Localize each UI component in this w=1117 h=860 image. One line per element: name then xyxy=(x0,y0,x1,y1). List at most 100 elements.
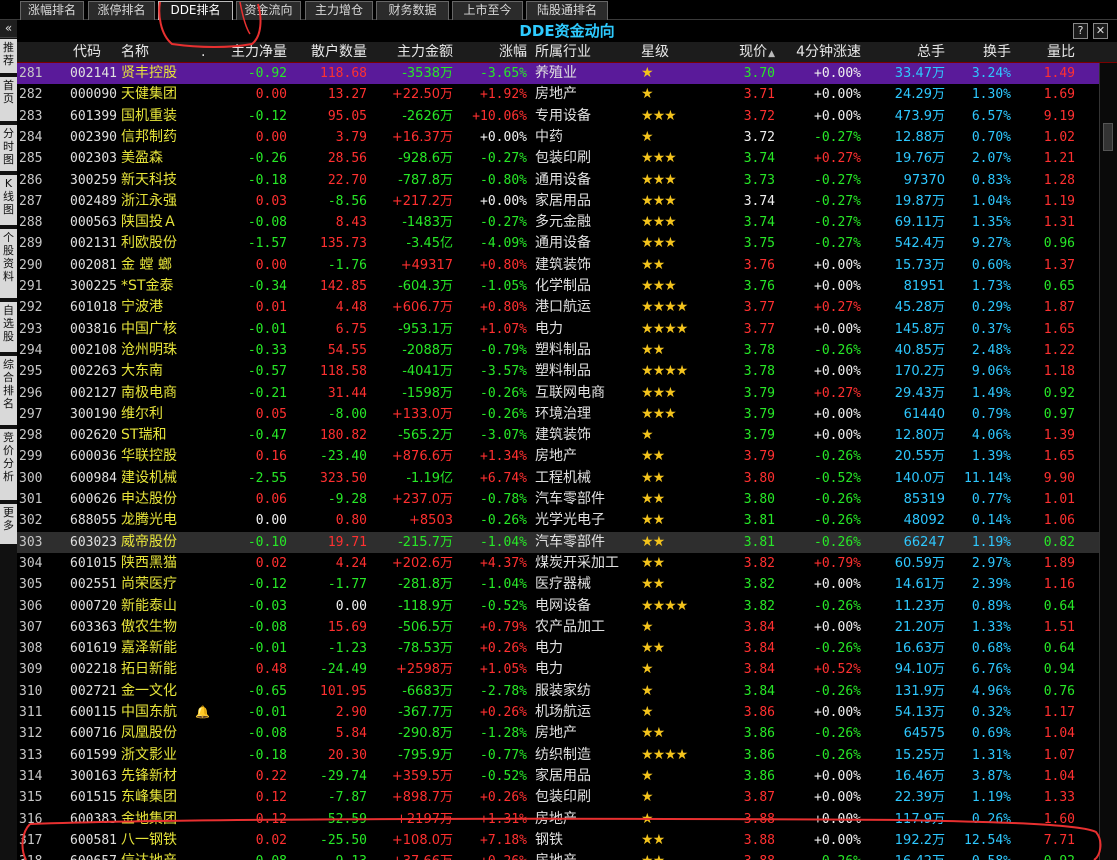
sidebar-item-auction[interactable]: 竞价分析 xyxy=(0,429,17,502)
tab-northbound[interactable]: 陆股通排名 xyxy=(526,1,608,20)
table-row[interactable]: 316 600383 金地集团 0.12 -52.59 +2197万 +1.31% 房地产 3.… xyxy=(17,809,1099,830)
star-icon: ★ xyxy=(641,682,654,699)
tab-gainers[interactable]: 涨幅排名 xyxy=(20,1,84,20)
table-row[interactable]: 311 600115 中国东航 -0.01 2.90 -367.7万 +0.26% 机场航运 3… xyxy=(17,702,1099,723)
table-row[interactable]: 282 000090 天健集团 0.00 13.27 +22.50万 +1.92% 房地产 3.… xyxy=(17,84,1099,105)
table-row[interactable]: 304 601015 陕西黑猫 0.02 4.24 +202.6万 +4.37% 煤炭开采加工… xyxy=(17,553,1099,574)
table-row[interactable]: 297 300190 维尔利 0.05 -8.00 +133.0万 -0.26% 环境治理 3.… xyxy=(17,404,1099,425)
table-row[interactable]: 302 688055 龙腾光电 0.00 0.80 +8503 -0.26% 光学光电子 3.8… xyxy=(17,510,1099,531)
sidebar-item-recommend[interactable]: 推荐 xyxy=(0,39,17,75)
column-header-turnover[interactable]: 换手 xyxy=(947,42,1011,63)
cell-code: 601619 xyxy=(70,641,117,657)
sidebar-item-home[interactable]: 首页 xyxy=(0,77,17,123)
cell-main-net: -0.10 xyxy=(247,534,287,550)
table-row[interactable]: 284 002390 信邦制药 0.00 3.79 +16.37万 +0.00% 中药 3.72… xyxy=(17,127,1099,148)
column-header-label: 换手 xyxy=(983,44,1011,60)
table-row[interactable]: 307 603363 傲农生物 -0.08 15.69 -506.5万 +0.79% 农产品加… xyxy=(17,617,1099,638)
table-row[interactable]: 283 601399 国机重装 -0.12 95.05 -2626万 +10.06% 专用设备… xyxy=(17,106,1099,127)
table-row[interactable]: 313 601599 浙文影业 -0.18 20.30 -795.9万 -0.77% 纺织制造… xyxy=(17,745,1099,766)
table-row[interactable]: 306 000720 新能泰山 -0.03 0.00 -118.9万 -0.52% 电网设备 3… xyxy=(17,596,1099,617)
sidebar-item-watchlist[interactable]: 自选股 xyxy=(0,302,17,354)
bell-icon[interactable]: 🔔 xyxy=(195,702,210,723)
star-rating: ★ xyxy=(641,787,701,808)
table-row[interactable]: 309 002218 拓日新能 0.48 -24.49 +2598万 +1.05% 电力 3.8… xyxy=(17,659,1099,680)
cell-retail-count: -7.87 xyxy=(327,790,367,806)
column-header-price[interactable]: 现价▲ xyxy=(701,42,775,63)
cell-total-volume: 94.10万 xyxy=(894,662,945,678)
table-row[interactable]: 315 601515 东峰集团 0.12 -7.87 +898.7万 +0.26% 包装印刷 3… xyxy=(17,787,1099,808)
column-header-volratio[interactable]: 量比 xyxy=(1013,42,1075,63)
table-row[interactable]: 298 002620 ST瑞和 -0.47 180.82 -565.2万 -3.07% 建筑装… xyxy=(17,425,1099,446)
sidebar-item-intraday[interactable]: 分时图 xyxy=(0,125,17,173)
column-header-code[interactable]: 代码 xyxy=(57,42,117,63)
tab-dde[interactable]: DDE排名 xyxy=(158,1,233,20)
star-icon: ★ xyxy=(641,448,654,465)
table-row[interactable]: 290 002081 金 螳 螂 0.00 -1.76 +49317 +0.80% 建筑装饰 3… xyxy=(17,255,1099,276)
cell-industry: 塑料制品 xyxy=(535,341,591,358)
cell-price: 3.88 xyxy=(743,832,775,848)
column-header-industry[interactable]: 所属行业 xyxy=(535,42,640,63)
table-row[interactable]: 305 002551 尚荣医疗 -0.12 -1.77 -281.8万 -1.04% 医疗器械… xyxy=(17,574,1099,595)
column-header-total[interactable]: 总手 xyxy=(863,42,945,63)
column-header-main-net[interactable]: 主力净量 xyxy=(211,42,287,63)
tab-financial[interactable]: 财务数据 xyxy=(376,1,449,20)
cell-main-net: 0.00 xyxy=(255,129,287,145)
column-header-name[interactable]: 名称 xyxy=(121,42,191,63)
table-row[interactable]: 288 000563 陕国投Ａ -0.08 8.43 -1483万 -0.27% 多元金融 3.… xyxy=(17,212,1099,233)
column-header-main-amt[interactable]: 主力金额 xyxy=(369,42,453,63)
vertical-scrollbar[interactable] xyxy=(1099,63,1117,860)
star-rating: ★★★ xyxy=(641,276,701,297)
table-row[interactable]: 296 002127 南极电商 -0.21 31.44 -1598万 -0.26% 互联网电商… xyxy=(17,383,1099,404)
sidebar-item-ranking[interactable]: 综合排名 xyxy=(0,356,17,427)
tab-since-listing[interactable]: 上市至今 xyxy=(452,1,523,20)
cell-price: 3.80 xyxy=(743,492,775,507)
table-row[interactable]: 318 600657 信达地产 -0.08-9.13+37.66万+0.26% 房地产 3… xyxy=(17,851,1099,860)
cell-name: 华联控股 xyxy=(121,448,177,465)
tab-main-increase[interactable]: 主力增仓 xyxy=(305,1,373,20)
cell-change: -0.27% xyxy=(480,215,527,231)
table-row[interactable]: 303 603023 威帝股份 -0.10 19.71 -215.7万 -1.04% 汽车零部… xyxy=(17,531,1099,553)
sidebar-collapse-button[interactable]: « xyxy=(0,20,17,38)
column-header-dot[interactable]: . xyxy=(201,42,211,63)
table-row[interactable]: 294 002108 沧州明珠 -0.33 54.55 -2088万 -0.79% 塑料制品 3… xyxy=(17,340,1099,361)
table-row[interactable]: 287 002489 浙江永强 0.03 -8.56 +217.2万 +0.00% 家居用品 3… xyxy=(17,191,1099,212)
table-row[interactable]: 281 002141 贤丰控股 -0.92 118.68 -3538万 -3.65% 养殖业 3… xyxy=(17,63,1099,84)
table-row[interactable]: 301 600626 申达股份 0.06 -9.28 +237.0万 -0.78% 汽车零部件… xyxy=(17,489,1099,510)
table-row[interactable]: 312 600716 凤凰股份 -0.08 5.84 -290.8万 -1.28% 房地产 3.… xyxy=(17,723,1099,744)
help-button[interactable]: ? xyxy=(1073,23,1088,39)
close-button[interactable]: ✕ xyxy=(1093,23,1108,39)
column-header-label: 主力净量 xyxy=(231,44,287,60)
sidebar-item-profile[interactable]: 个股资料 xyxy=(0,229,17,300)
table-row[interactable]: 317 600581 八一钢铁 0.02 -25.50 +108.0万 +7.18% 钢铁 3.… xyxy=(17,830,1099,851)
column-header-chg4[interactable]: 4分钟涨速 xyxy=(777,42,861,63)
cell-industry: 通用设备 xyxy=(535,171,591,188)
column-header-idx[interactable] xyxy=(19,42,49,63)
table-row[interactable]: 289 002131 利欧股份 -1.57 135.73 -3.45亿 -4.09% 通用设备… xyxy=(17,233,1099,254)
star-rating: ★★ xyxy=(641,851,701,860)
star-rating: ★★ xyxy=(641,574,701,595)
column-header-rating[interactable]: 星级 xyxy=(641,42,701,63)
table-row[interactable]: 308 601619 嘉泽新能 -0.01 -1.23 -78.53万 +0.26% 电力 3.… xyxy=(17,638,1099,659)
table-row[interactable]: 299 600036 华联控股 0.16 -23.40 +876.6万 +1.34% 房地产 3… xyxy=(17,446,1099,467)
table-row[interactable]: 310 002721 金一文化 -0.65 101.95 -6683万 -2.78% 服装家纺… xyxy=(17,681,1099,702)
table-row[interactable]: 291 300225 *ST金泰 -0.34 142.85 -604.3万 -1.05% 化学… xyxy=(17,276,1099,297)
table-row[interactable]: 314 300163 先锋新材 0.22 -29.74 +359.5万 -0.52% 家居用品… xyxy=(17,766,1099,787)
table-row[interactable]: 295 002263 大东南 -0.57 118.58 -4041万 -3.57% 塑料制品 3… xyxy=(17,361,1099,382)
cell-industry: 房地产 xyxy=(535,86,577,103)
cell-price: 3.70 xyxy=(743,66,775,81)
cell-name: 美盈森 xyxy=(121,150,163,167)
table-row[interactable]: 292 601018 宁波港 0.01 4.48 +606.7万 +0.80% 港口航运 3.7… xyxy=(17,297,1099,318)
tab-fund-flow[interactable]: 资金流向 xyxy=(236,1,301,20)
cell-main-amount: +108.0万 xyxy=(391,832,453,848)
scrollbar-thumb[interactable] xyxy=(1103,123,1113,151)
table-row[interactable]: 293 003816 中国广核 -0.01 6.75 -953.1万 +1.07% 电力 3.7… xyxy=(17,319,1099,340)
sidebar-item-kline[interactable]: K线图 xyxy=(0,175,17,227)
tab-limit-up[interactable]: 涨停排名 xyxy=(88,1,155,20)
sidebar-item-more[interactable]: 更多 xyxy=(0,504,17,546)
cell-volume-ratio: 1.69 xyxy=(1043,87,1075,103)
table-row[interactable]: 285 002303 美盈森 -0.26 28.56 -928.6万 -0.27% 包装印刷 3… xyxy=(17,148,1099,169)
table-row[interactable]: 286 300259 新天科技 -0.18 22.70 -787.8万 -0.80% 通用设备… xyxy=(17,170,1099,191)
table-row[interactable]: 300 600984 建设机械 -2.55 323.50 -1.19亿 +6.74% 工程机械… xyxy=(17,468,1099,489)
column-header-change[interactable]: 涨幅 xyxy=(455,42,527,63)
column-header-retail[interactable]: 散户数量 xyxy=(289,42,367,63)
